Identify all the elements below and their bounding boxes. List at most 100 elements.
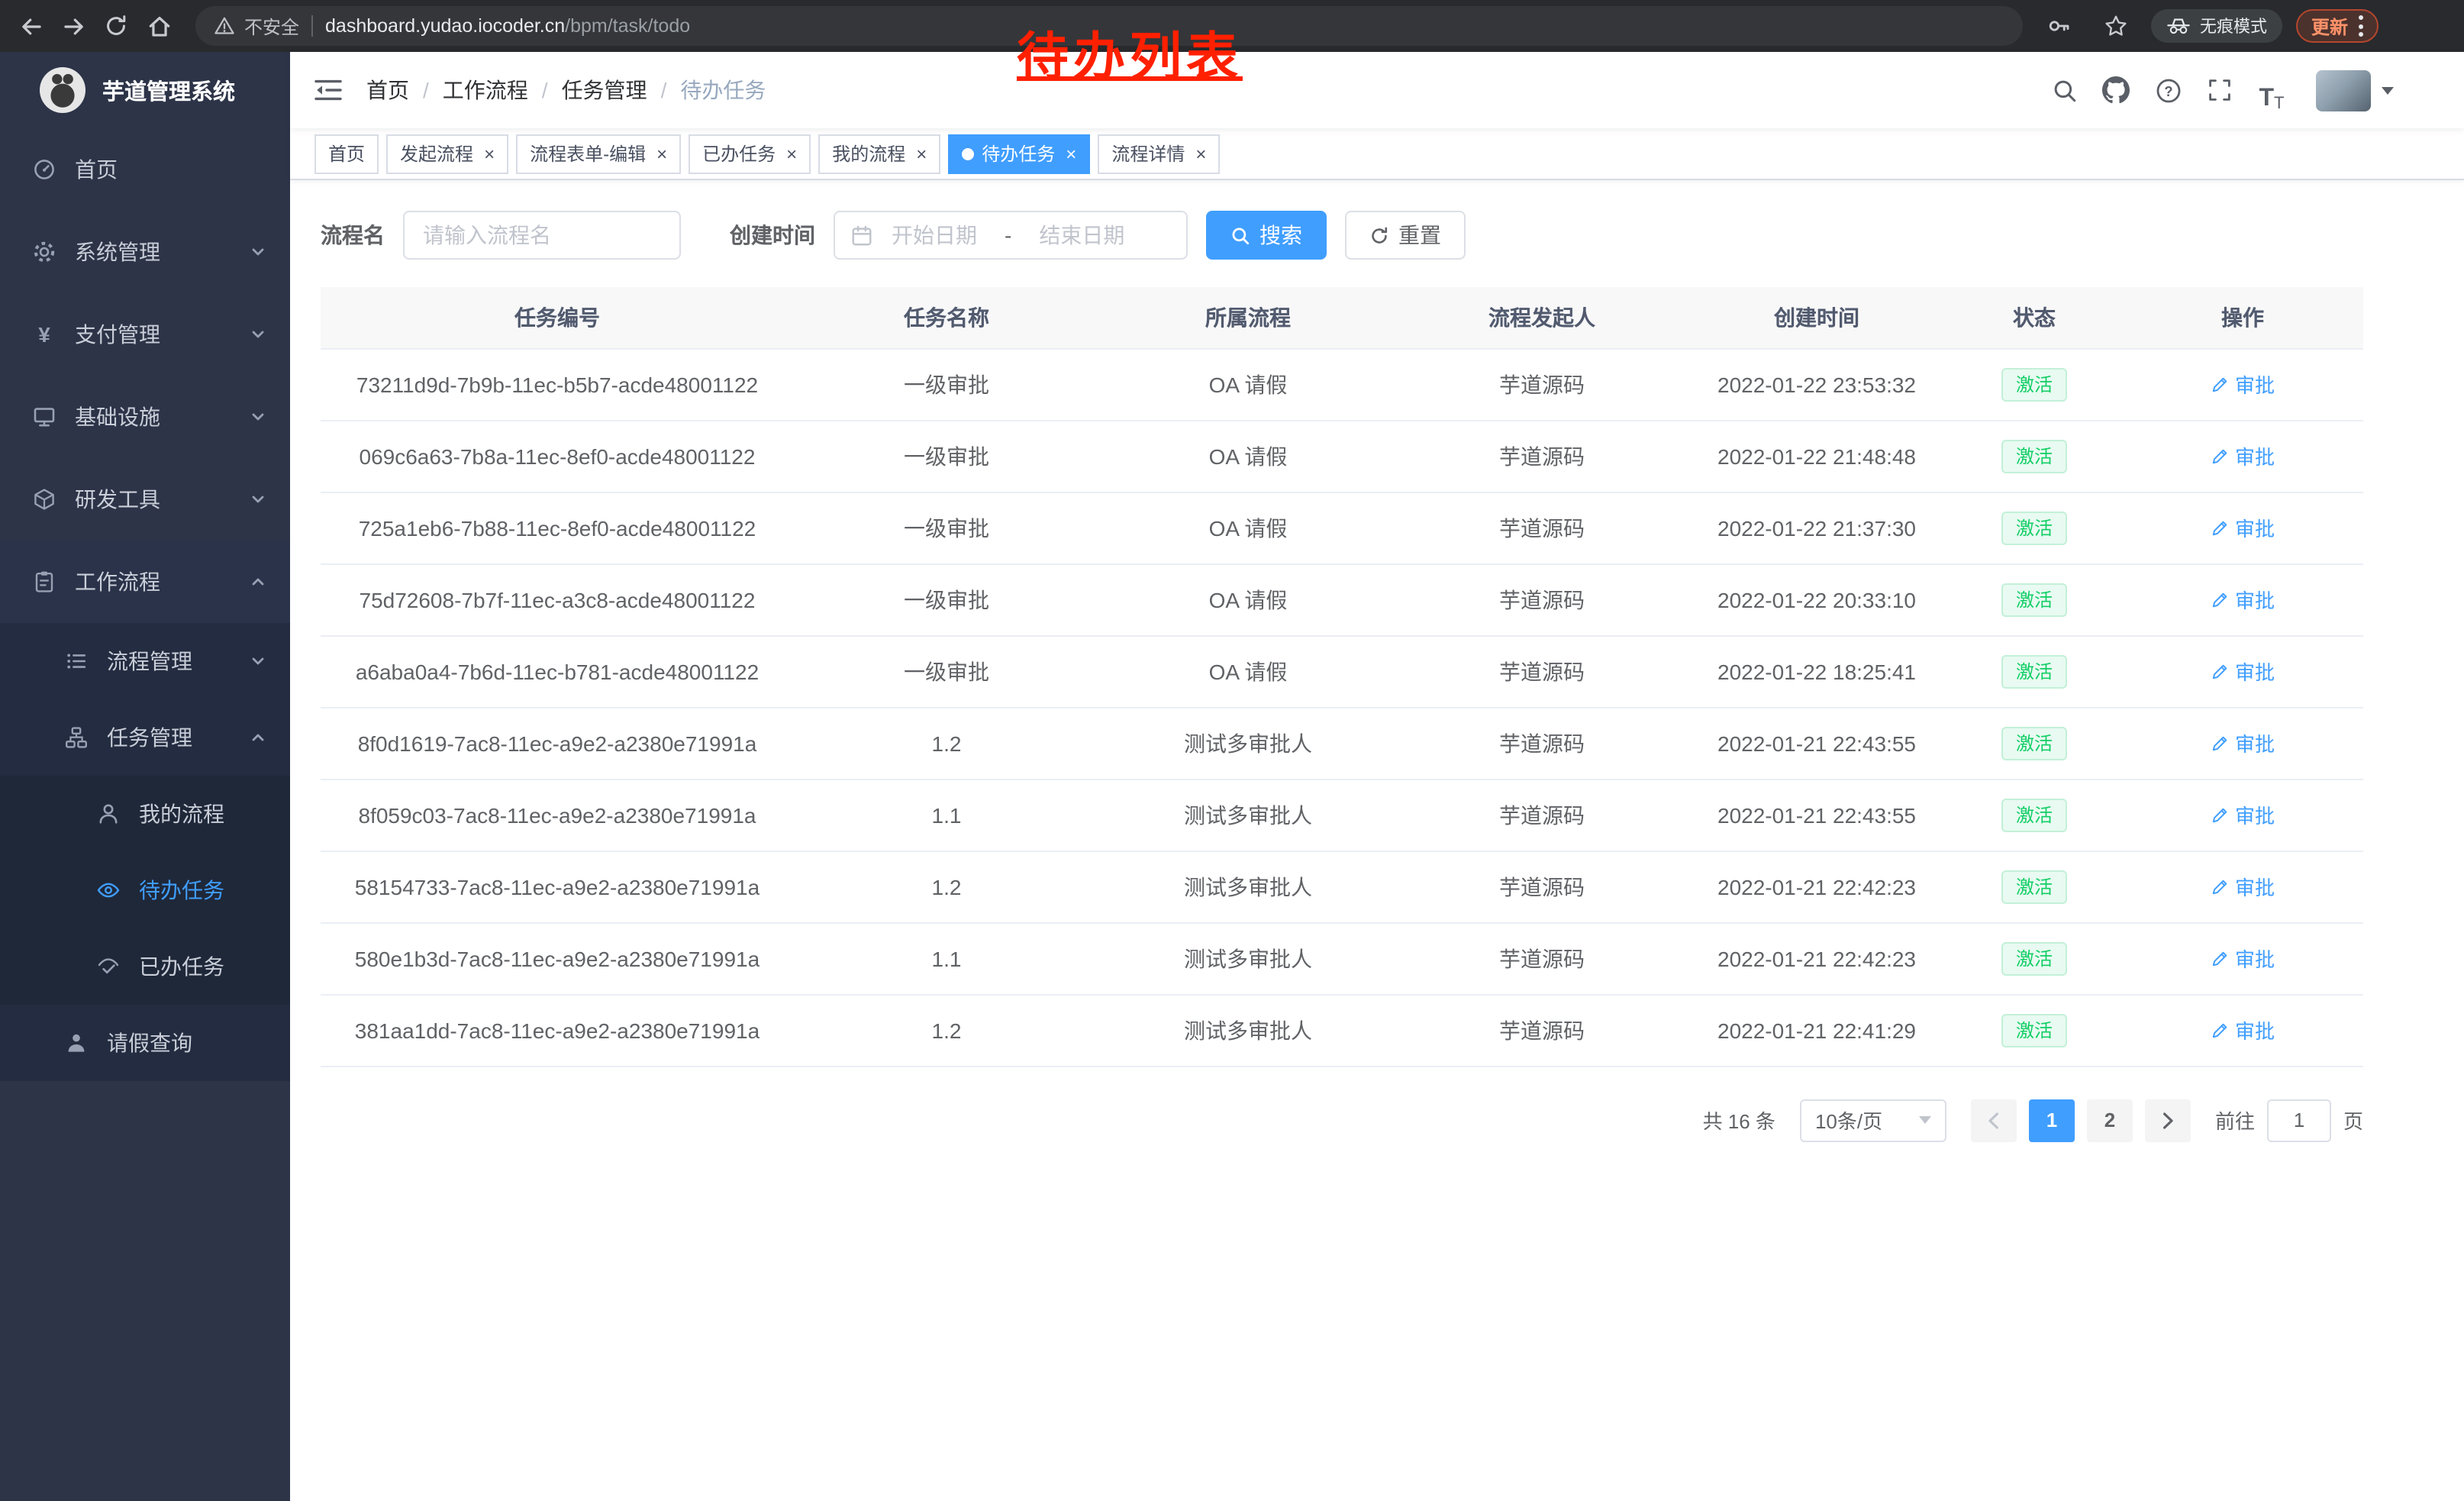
top-navbar: 首页 / 工作流程 / 任务管理 / 待办任务 ? xyxy=(290,52,2464,128)
status-badge: 激活 xyxy=(2002,583,2066,616)
breadcrumb-workflow[interactable]: 工作流程 xyxy=(443,75,528,105)
help-icon[interactable]: ? xyxy=(2145,67,2191,113)
goto-page-input[interactable] xyxy=(2267,1099,2331,1141)
fullscreen-icon[interactable] xyxy=(2197,67,2243,113)
table-row: 73211d9d-7b9b-11ec-b5b7-acde48001122 一级审… xyxy=(321,348,2363,420)
close-icon[interactable]: × xyxy=(484,144,495,163)
search-button[interactable]: 搜索 xyxy=(1206,211,1327,260)
security-label: 不安全 xyxy=(244,13,299,39)
update-button[interactable]: 更新 xyxy=(2296,9,2379,43)
workflow-submenu: 流程管理 任务管理 我的流程 xyxy=(0,623,290,1081)
chevron-up-icon xyxy=(250,574,266,589)
approve-button[interactable]: 审批 xyxy=(2211,872,2275,901)
sidebar-item-leave-query[interactable]: 请假查询 xyxy=(0,1005,290,1081)
date-range-picker[interactable]: - xyxy=(834,211,1188,260)
sidebar-item-todo-tasks[interactable]: 待办任务 xyxy=(0,852,290,928)
goto-label: 前往 xyxy=(2215,1106,2255,1135)
url-path: /bpm/task/todo xyxy=(565,15,690,37)
breadcrumb-separator: / xyxy=(423,78,429,102)
breadcrumb-home[interactable]: 首页 xyxy=(366,75,409,105)
edit-icon xyxy=(2211,518,2229,537)
chevron-left-icon xyxy=(1986,1111,2001,1129)
search-icon[interactable] xyxy=(2041,67,2087,113)
key-icon[interactable] xyxy=(2038,5,2081,47)
breadcrumb-separator: / xyxy=(542,78,548,102)
table-row: 8f0d1619-7ac8-11ec-a9e2-a2380e71991a 1.2… xyxy=(321,707,2363,779)
app-logo[interactable]: 芋道管理系统 xyxy=(0,52,290,128)
approve-button[interactable]: 审批 xyxy=(2211,513,2275,542)
approve-button[interactable]: 审批 xyxy=(2211,657,2275,686)
yen-icon: ¥ xyxy=(31,322,58,347)
next-page-button[interactable] xyxy=(2145,1099,2191,1141)
approve-button[interactable]: 审批 xyxy=(2211,585,2275,614)
tab-home[interactable]: 首页 xyxy=(314,134,379,173)
list-icon xyxy=(63,649,90,673)
sidebar-item-done-tasks[interactable]: 已办任务 xyxy=(0,928,290,1005)
table-row: 725a1eb6-7b88-11ec-8ef0-acde48001122 一级审… xyxy=(321,492,2363,563)
sidebar-item-task-mgmt[interactable]: 任务管理 xyxy=(0,699,290,776)
close-icon[interactable]: × xyxy=(656,144,667,163)
range-separator: - xyxy=(995,223,1021,247)
page-unit-label: 页 xyxy=(2343,1106,2363,1135)
bookmark-star-icon[interactable] xyxy=(2095,5,2137,47)
home-icon[interactable] xyxy=(137,5,180,47)
sidebar-item-my-process[interactable]: 我的流程 xyxy=(0,776,290,852)
sidebar-item-workflow[interactable]: 工作流程 xyxy=(0,541,290,623)
sidebar-item-system[interactable]: 系统管理 xyxy=(0,211,290,293)
tab-my-process[interactable]: 我的流程× xyxy=(818,134,940,173)
status-badge: 激活 xyxy=(2002,726,2066,760)
approve-button[interactable]: 审批 xyxy=(2211,728,2275,757)
tab-process-detail[interactable]: 流程详情× xyxy=(1098,134,1220,173)
back-icon[interactable] xyxy=(9,5,52,47)
col-task-id: 任务编号 xyxy=(321,287,794,348)
reload-icon[interactable] xyxy=(95,5,137,47)
user-avatar-dropdown[interactable] xyxy=(2316,69,2394,111)
close-icon[interactable]: × xyxy=(786,144,797,163)
tab-todo-tasks[interactable]: 待办任务× xyxy=(948,134,1090,173)
close-icon[interactable]: × xyxy=(1066,144,1076,163)
sidebar-item-infra[interactable]: 基础设施 xyxy=(0,376,290,458)
page-button-1[interactable]: 1 xyxy=(2029,1099,2075,1141)
page-size-select[interactable]: 10条/页 xyxy=(1800,1099,1946,1141)
edit-icon xyxy=(2211,1021,2229,1039)
sidebar-item-pay[interactable]: ¥ 支付管理 xyxy=(0,293,290,376)
github-icon[interactable] xyxy=(2093,67,2139,113)
forward-icon[interactable] xyxy=(52,5,95,47)
sidebar-item-home[interactable]: 首页 xyxy=(0,128,290,211)
table-row: a6aba0a4-7b6d-11ec-b781-acde48001122 一级审… xyxy=(321,635,2363,707)
annotation-text: 待办列表 xyxy=(1017,15,1243,90)
prev-page-button[interactable] xyxy=(1971,1099,2017,1141)
sidebar-item-label: 系统管理 xyxy=(75,237,160,267)
tab-form-edit[interactable]: 流程表单-编辑× xyxy=(516,134,681,173)
col-create-time: 创建时间 xyxy=(1687,287,1946,348)
svg-text:?: ? xyxy=(2163,82,2172,98)
close-icon[interactable]: × xyxy=(1195,144,1206,163)
tab-start-process[interactable]: 发起流程× xyxy=(386,134,508,173)
incognito-badge: 无痕模式 xyxy=(2151,9,2282,43)
process-name-input[interactable] xyxy=(403,211,681,260)
sidebar-item-process-mgmt[interactable]: 流程管理 xyxy=(0,623,290,699)
approve-button[interactable]: 审批 xyxy=(2211,1015,2275,1044)
sidebar-collapse-icon[interactable] xyxy=(314,78,342,102)
start-date-input[interactable] xyxy=(879,223,989,247)
table-row: 8f059c03-7ac8-11ec-a9e2-a2380e71991a 1.1… xyxy=(321,779,2363,851)
page-button-2[interactable]: 2 xyxy=(2087,1099,2133,1141)
logo-image xyxy=(40,67,85,113)
person-icon xyxy=(63,1031,90,1055)
approve-button[interactable]: 审批 xyxy=(2211,800,2275,829)
approve-button[interactable]: 审批 xyxy=(2211,370,2275,399)
status-badge: 激活 xyxy=(2002,1013,2066,1047)
approve-button[interactable]: 审批 xyxy=(2211,944,2275,973)
font-size-icon[interactable]: TT xyxy=(2249,67,2295,113)
tab-done-tasks[interactable]: 已办任务× xyxy=(689,134,811,173)
chevron-right-icon xyxy=(2160,1111,2175,1129)
approve-button[interactable]: 审批 xyxy=(2211,441,2275,470)
browser-menu-icon[interactable] xyxy=(2359,15,2363,37)
sidebar-item-devtools[interactable]: 研发工具 xyxy=(0,458,290,541)
breadcrumb-task-mgmt[interactable]: 任务管理 xyxy=(562,75,647,105)
site-security[interactable]: 不安全 xyxy=(214,13,299,39)
close-icon[interactable]: × xyxy=(916,144,927,163)
warning-icon xyxy=(214,15,235,37)
end-date-input[interactable] xyxy=(1027,223,1137,247)
reset-button[interactable]: 重置 xyxy=(1345,211,1466,260)
